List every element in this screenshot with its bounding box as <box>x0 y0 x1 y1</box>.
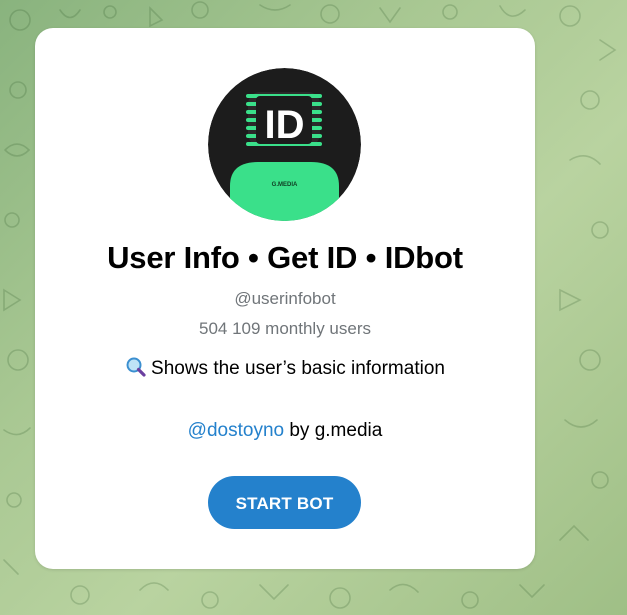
author-suffix: by g.media <box>284 420 383 441</box>
svg-text:ID: ID <box>265 103 305 147</box>
bot-avatar: ID G.MEDIA <box>208 68 361 221</box>
bot-description-text: Shows the user’s basic information <box>151 358 445 379</box>
start-bot-button[interactable]: START BOT <box>208 476 361 529</box>
bot-author: @dostoyno by g.media <box>35 420 535 442</box>
bot-info-card: ID G.MEDIA User Info • Get ID • IDbot @u… <box>35 28 535 569</box>
id-logo-icon: ID G.MEDIA <box>208 68 361 221</box>
bot-description: Shows the user’s basic information <box>35 357 535 380</box>
bot-title: User Info • Get ID • IDbot <box>107 240 463 275</box>
author-link[interactable]: @dostoyno <box>188 420 284 441</box>
magnifying-glass-icon <box>125 357 147 377</box>
svg-text:G.MEDIA: G.MEDIA <box>272 182 298 188</box>
bot-username: @userinfobot <box>234 289 336 308</box>
monthly-users-count: 504 109 monthly users <box>199 319 371 338</box>
